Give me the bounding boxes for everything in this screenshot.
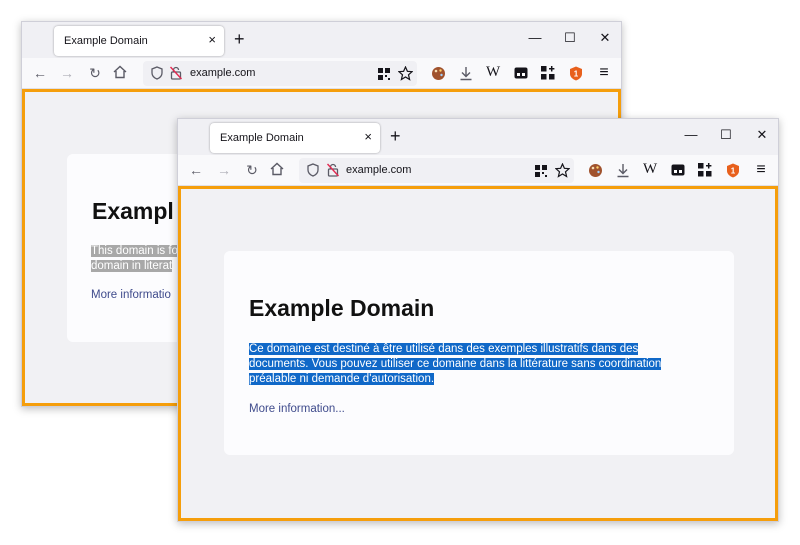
page-heading: Exampl [92,198,174,224]
qr-code-icon[interactable] [535,165,547,177]
page-heading: Example Domain [249,295,435,321]
home-button[interactable] [113,65,131,79]
forward-button[interactable]: → [58,65,76,81]
new-tab-button[interactable]: + [390,127,401,145]
selected-paragraph[interactable]: This domain is fo domain in literat [91,244,178,274]
close-window-button[interactable]: ✕ [752,127,772,143]
paragraph-line: documents. Vous pouvez utiliser ce domai… [249,358,662,370]
palette-extension-icon[interactable] [431,66,446,81]
maximize-button[interactable]: ☐ [560,30,580,46]
reload-button[interactable]: ↻ [86,65,104,81]
insecure-lock-icon [170,66,182,80]
tab-close-icon[interactable]: × [208,33,216,47]
close-window-button[interactable]: ✕ [595,30,615,46]
tab-bar: Example Domain × + — ☐ ✕ [178,119,778,155]
tab-example-domain[interactable]: Example Domain × [210,123,380,153]
forward-button[interactable]: → [215,162,233,178]
container-extension-icon[interactable] [671,164,685,176]
back-button[interactable]: ← [31,65,49,81]
url-bar[interactable]: example.com [143,61,417,86]
home-icon [270,162,284,176]
more-information-link[interactable]: More informatio [91,289,171,301]
container-extension-icon[interactable] [514,67,528,79]
minimize-button[interactable]: — [525,30,545,46]
browser-window-front: Example Domain × + — ☐ ✕ ← → ↻ example.c… [177,118,779,522]
ublock-shield-icon[interactable]: 1 [726,163,740,178]
back-button[interactable]: ← [187,162,205,178]
more-information-link[interactable]: More information... [249,403,345,415]
tab-close-icon[interactable]: × [364,130,372,144]
selected-paragraph[interactable]: Ce domaine est destiné à être utilisé da… [249,342,719,387]
ublock-shield-icon[interactable]: 1 [569,66,583,81]
new-tab-button[interactable]: + [234,30,245,48]
bookmark-star-icon[interactable] [555,163,570,178]
downloads-icon[interactable] [616,163,630,178]
qr-code-icon[interactable] [378,68,390,80]
downloads-icon[interactable] [459,66,473,81]
app-menu-button[interactable]: ≡ [752,162,770,178]
bookmark-star-icon[interactable] [398,66,413,81]
paragraph-line: domain in literat [91,260,173,272]
paragraph-line: préalable ni demande d'autorisation. [249,373,435,385]
palette-extension-icon[interactable] [588,163,603,178]
nav-bar: ← → ↻ example.com W 1 ≡ [22,58,621,89]
home-button[interactable] [270,162,288,176]
nav-bar: ← → ↻ example.com W 1 ≡ [178,155,778,186]
tab-title: Example Domain [220,132,304,144]
shield-icon [307,163,319,177]
wikipedia-icon[interactable]: W [643,161,657,178]
content-card: Example Domain Ce domaine est destiné à … [224,251,734,455]
reload-button[interactable]: ↻ [243,162,261,178]
wikipedia-icon[interactable]: W [486,64,500,81]
tab-title: Example Domain [64,35,148,47]
paragraph-line: This domain is fo [91,245,178,257]
tab-bar: Example Domain × + — ☐ ✕ [22,22,621,58]
svg-text:1: 1 [574,70,579,79]
app-menu-button[interactable]: ≡ [595,65,613,81]
tab-example-domain[interactable]: Example Domain × [54,26,224,56]
svg-text:1: 1 [731,167,736,176]
home-icon [113,65,127,79]
url-text: example.com [190,67,256,79]
page-content: Example Domain Ce domaine est destiné à … [178,186,778,521]
url-text: example.com [346,164,412,176]
extensions-puzzle-icon[interactable] [541,66,555,80]
insecure-lock-icon [327,163,339,177]
paragraph-line: Ce domaine est destiné à être utilisé da… [249,343,639,355]
minimize-button[interactable]: — [681,127,701,143]
extensions-puzzle-icon[interactable] [698,163,712,177]
url-bar[interactable]: example.com [299,158,574,183]
shield-icon [151,66,163,80]
maximize-button[interactable]: ☐ [716,127,736,143]
